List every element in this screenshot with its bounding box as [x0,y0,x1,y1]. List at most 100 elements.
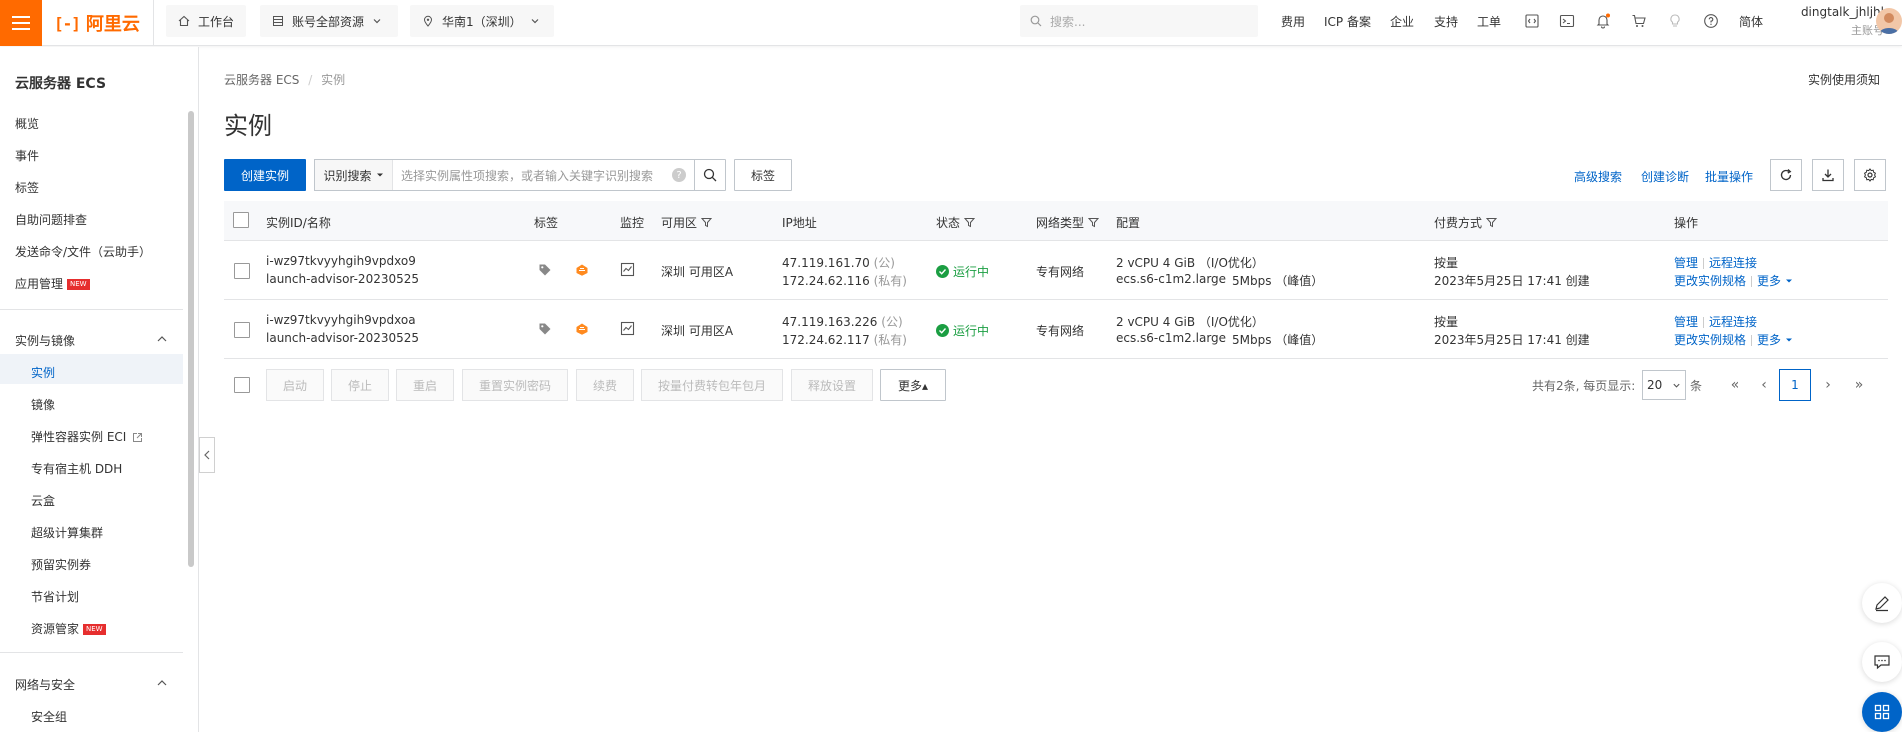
more-actions-link[interactable]: 更多 [1757,274,1793,288]
bell-icon[interactable] [1593,11,1613,31]
terminal-icon[interactable] [1557,11,1577,31]
sidebar-item-eci[interactable]: 弹性容器实例 ECI [31,428,143,445]
sidebar-item-images[interactable]: 镜像 [31,396,55,413]
first-page-button[interactable]: « [1720,370,1750,400]
icp-link[interactable]: ICP 备案 [1324,13,1371,30]
sidebar-scrollbar[interactable] [188,111,194,567]
page-size-select[interactable]: 20 [1642,370,1686,400]
sidebar-item-scc[interactable]: 超级计算集群 [31,524,103,541]
select-all-checkbox[interactable] [233,212,249,228]
sidebar-group-network-security[interactable]: 网络与安全 [15,676,75,693]
settings-button[interactable] [1854,159,1886,191]
instance-search-input[interactable]: 识别搜索 选择实例属性项搜索，或者输入关键字识别搜索 ? [314,159,695,191]
help-icon[interactable]: ? [672,168,686,182]
global-search-input[interactable]: 搜索... [1020,5,1258,37]
reset-password-button[interactable]: 重置实例密码 [462,369,568,401]
cloud-assistant-icon[interactable] [575,263,589,277]
breadcrumb-ecs[interactable]: 云服务器 ECS [224,73,299,87]
batch-operations-link[interactable]: 批量操作 [1705,168,1753,185]
cart-icon[interactable] [1629,11,1649,31]
advanced-search-link[interactable]: 高级搜索 [1574,168,1622,185]
convert-billing-button[interactable]: 按量付费转包年包月 [641,369,783,401]
sidebar-group-instances-images[interactable]: 实例与镜像 [15,332,75,349]
filter-icon[interactable] [964,217,976,228]
instance-id-link[interactable]: i-wz97tkvyyhgih9vpdxoa [266,313,416,327]
export-button[interactable] [1812,159,1844,191]
column-billing[interactable]: 付费方式 [1434,214,1498,231]
monitor-chart-icon[interactable] [620,262,635,277]
row-checkbox[interactable] [234,263,250,279]
change-spec-link[interactable]: 更改实例规格 [1674,333,1746,347]
release-settings-button[interactable]: 释放设置 [791,369,873,401]
tag-icon[interactable] [538,263,552,277]
row-checkbox[interactable] [234,322,250,338]
remote-connect-link[interactable]: 远程连接 [1709,315,1757,329]
next-page-button[interactable]: › [1813,370,1843,400]
footer-more-button[interactable]: 更多▴ [880,369,946,401]
stop-button[interactable]: 停止 [331,369,389,401]
footer-select-all-checkbox[interactable] [234,377,250,393]
prev-page-button[interactable]: ‹ [1749,370,1779,400]
chat-button[interactable] [1862,642,1902,682]
code-icon[interactable] [1522,11,1542,31]
create-diagnosis-link[interactable]: 创建诊断 [1641,168,1689,185]
sidebar-item-security-group[interactable]: 安全组 [31,708,67,725]
sidebar-item-resource-manager[interactable]: 资源管家 NEW [31,620,106,637]
sidebar-item-troubleshoot[interactable]: 自助问题排查 [15,211,87,228]
sidebar-item-cloud-box[interactable]: 云盒 [31,492,55,509]
help-icon[interactable] [1701,11,1721,31]
tag-filter-button[interactable]: 标签 [734,159,792,191]
column-network[interactable]: 网络类型 [1036,214,1100,231]
create-instance-button[interactable]: 创建实例 [224,159,306,191]
instance-type-link[interactable]: ecs.s6-c1m2.large [1116,331,1226,345]
sidebar-item-tags[interactable]: 标签 [15,179,39,196]
sidebar-item-overview[interactable]: 概览 [15,115,39,132]
manage-link[interactable]: 管理 [1674,256,1698,270]
aliyun-logo[interactable]: [-] 阿里云 [54,10,140,36]
support-link[interactable]: 支持 [1434,13,1458,30]
refresh-button[interactable] [1770,159,1802,191]
region-select[interactable]: 华南1（深圳） [410,5,554,37]
restart-button[interactable]: 重启 [396,369,454,401]
page-number-current[interactable]: 1 [1779,369,1811,401]
ticket-link[interactable]: 工单 [1477,13,1501,30]
sidebar-item-cloud-assistant[interactable]: 发送命令/文件（云助手） [15,243,151,260]
menu-icon[interactable] [0,0,42,46]
instance-id-link[interactable]: i-wz97tkvyyhgih9vpdxo9 [266,254,416,268]
resource-scope-select[interactable]: 账号全部资源 [260,5,398,37]
feedback-button[interactable] [1862,583,1902,623]
last-page-button[interactable]: » [1844,370,1874,400]
sidebar-item-instances[interactable]: 实例 [31,364,55,381]
sidebar-item-events[interactable]: 事件 [15,147,39,164]
manage-link[interactable]: 管理 [1674,315,1698,329]
tag-icon[interactable] [538,322,552,336]
sidebar-item-savings-plan[interactable]: 节省计划 [31,588,79,605]
language-switch[interactable]: 简体 [1739,13,1763,30]
change-spec-link[interactable]: 更改实例规格 [1674,274,1746,288]
filter-icon[interactable] [1088,217,1100,228]
monitor-chart-icon[interactable] [620,321,635,336]
search-type-select[interactable]: 识别搜索 [315,160,393,190]
chevron-up-icon[interactable] [155,676,169,690]
sidebar-item-reserved[interactable]: 预留实例券 [31,556,91,573]
lightbulb-icon[interactable] [1665,11,1685,31]
sidebar-item-ddh[interactable]: 专有宿主机 DDH [31,460,122,477]
enterprise-link[interactable]: 企业 [1390,13,1414,30]
column-status[interactable]: 状态 [936,214,976,231]
filter-icon[interactable] [1486,217,1498,228]
instance-notice-link[interactable]: 实例使用须知 [1808,71,1880,88]
workspace-button[interactable]: 工作台 [166,5,247,37]
start-button[interactable]: 启动 [266,369,324,401]
billing-link[interactable]: 费用 [1281,13,1305,30]
column-zone[interactable]: 可用区 [661,214,713,231]
remote-connect-link[interactable]: 远程连接 [1709,256,1757,270]
sidebar-item-app-management[interactable]: 应用管理 NEW [15,275,90,292]
search-button[interactable] [694,159,726,191]
app-grid-button[interactable] [1862,692,1902,732]
instance-type-link[interactable]: ecs.s6-c1m2.large [1116,272,1226,286]
filter-icon[interactable] [701,217,713,228]
renew-button[interactable]: 续费 [576,369,634,401]
sidebar-collapse-button[interactable] [199,437,215,473]
more-actions-link[interactable]: 更多 [1757,333,1793,347]
user-menu[interactable]: dingtalk_jhljhl 主账号 [1784,5,1884,38]
